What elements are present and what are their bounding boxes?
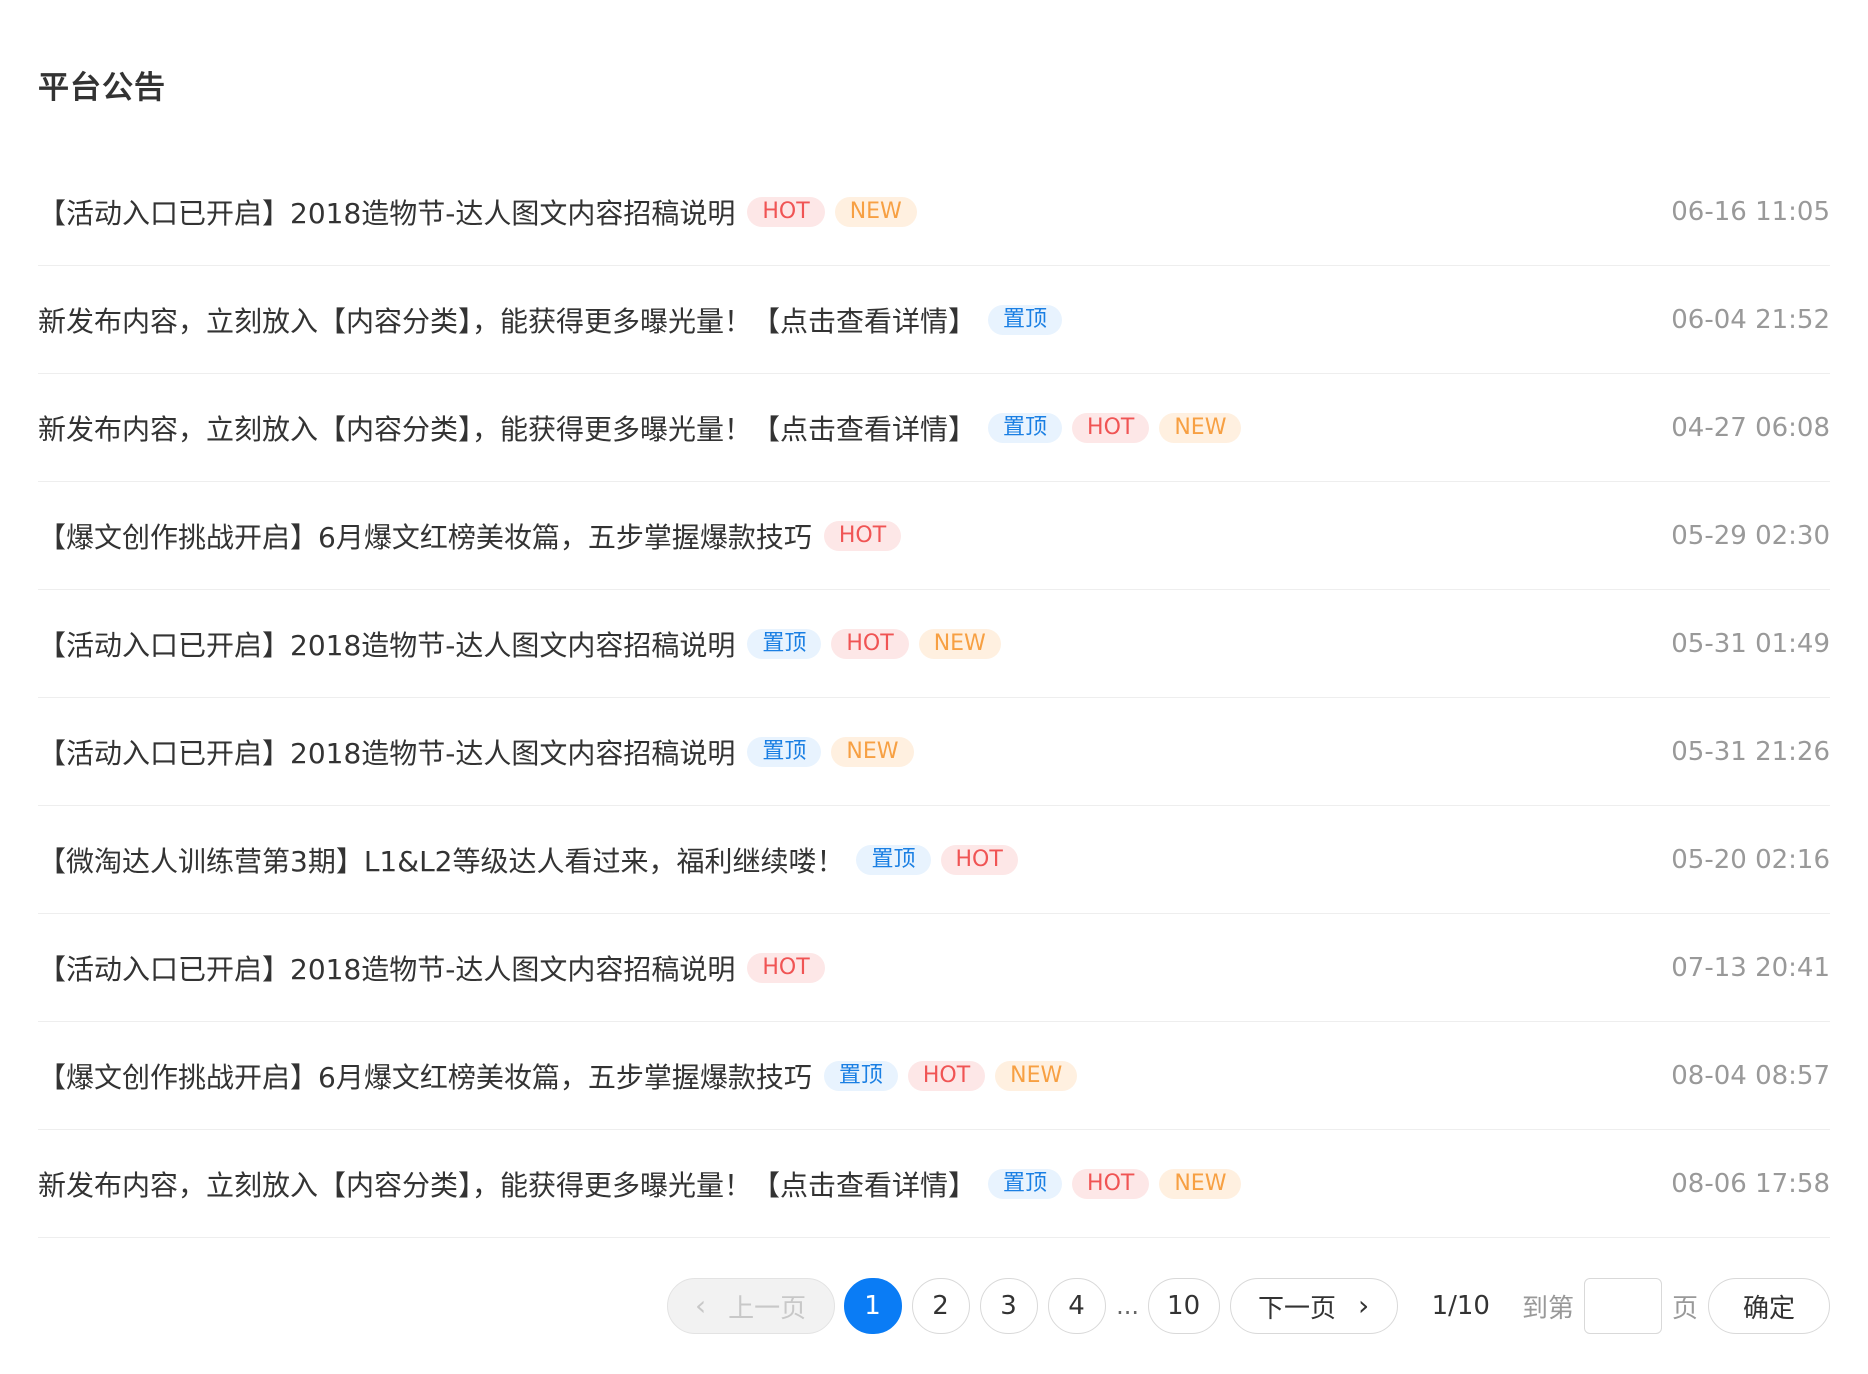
tag-hot-badge: HOT	[940, 844, 1018, 875]
announcement-panel: 平台公告 【活动入口已开启】2018造物节-达人图文内容招稿说明 HOT NEW 06…	[0, 0, 1868, 1374]
announcement-row[interactable]: 【微淘达人训练营第3期】L1&L2等级达人看过来，福利继续喽！ 置顶 HOT 05-2…	[38, 806, 1830, 914]
announcement-time: 05-20 02:16	[1671, 844, 1830, 875]
announcement-row[interactable]: 【活动入口已开启】2018造物节-达人图文内容招稿说明 置顶 HOT NEW 05-31…	[38, 590, 1830, 698]
announcement-tags: 置顶	[988, 304, 1072, 335]
tag-top-badge: 置顶	[747, 628, 822, 659]
tag-top-badge: 置顶	[823, 1060, 898, 1091]
tag-new-badge: NEW	[995, 1060, 1078, 1091]
chevron-left-icon: ‹	[694, 1289, 707, 1322]
tag-top-badge: 置顶	[988, 412, 1063, 443]
announcement-tags: HOT	[823, 520, 911, 551]
tag-hot-badge: HOT	[823, 520, 902, 551]
tag-new-badge: NEW	[918, 628, 1001, 659]
tag-top-badge: 置顶	[747, 736, 822, 767]
goto-page-input[interactable]	[1583, 1278, 1662, 1334]
page-title: 平台公告	[38, 70, 166, 106]
tag-top-badge: 置顶	[988, 1168, 1063, 1199]
announcement-title[interactable]: 新发布内容，立刻放入【内容分类】，能获得更多曝光量！【点击查看详情】	[38, 408, 976, 448]
announcement-title[interactable]: 【活动入口已开启】2018造物节-达人图文内容招稿说明	[38, 948, 735, 988]
prev-page-label: 上一页	[728, 1293, 807, 1324]
announcement-row[interactable]: 新发布内容，立刻放入【内容分类】，能获得更多曝光量！【点击查看详情】 置顶 HOT N…	[38, 1130, 1830, 1238]
tag-new-badge: NEW	[1159, 412, 1242, 443]
tag-hot-badge: HOT	[831, 628, 909, 659]
prev-page-button[interactable]: ‹ 上一页	[666, 1278, 835, 1334]
announcement-tags: HOT	[747, 952, 834, 983]
announcement-row[interactable]: 【爆文创作挑战开启】6月爆文红榜美妆篇，五步掌握爆款技巧 置顶 HOT NEW 08-0…	[38, 1022, 1830, 1130]
announcement-title[interactable]: 【爆文创作挑战开启】6月爆文红榜美妆篇，五步掌握爆款技巧	[38, 516, 812, 556]
next-page-label: 下一页	[1257, 1293, 1336, 1324]
announcement-time: 04-27 06:08	[1671, 412, 1830, 443]
tag-hot-badge: HOT	[1072, 1168, 1150, 1199]
tag-top-badge: 置顶	[856, 844, 931, 875]
confirm-button[interactable]: 确定	[1708, 1278, 1830, 1334]
announcement-title[interactable]: 【活动入口已开启】2018造物节-达人图文内容招稿说明	[38, 732, 735, 772]
pagination-ellipsis: ...	[1116, 1292, 1140, 1320]
announcement-row[interactable]: 【活动入口已开启】2018造物节-达人图文内容招稿说明 置顶 NEW 05-31 21…	[38, 698, 1830, 806]
tag-new-badge: NEW	[1159, 1168, 1242, 1199]
announcement-time: 05-31 01:49	[1671, 628, 1830, 659]
announcement-time: 07-13 20:41	[1671, 952, 1830, 983]
announcement-time: 08-06 17:58	[1671, 1168, 1830, 1199]
pagination: ‹ 上一页 1 2 3 4 ... 10 下一页 › 1/10 到第 页 确定	[666, 1277, 1830, 1335]
announcement-row[interactable]: 【活动入口已开启】2018造物节-达人图文内容招稿说明 HOT 07-13 20:4…	[38, 914, 1830, 1022]
announcement-row[interactable]: 新发布内容，立刻放入【内容分类】，能获得更多曝光量！【点击查看详情】 置顶 HOT N…	[38, 374, 1830, 482]
announcement-tags: 置顶 HOT NEW	[988, 412, 1251, 443]
tag-new-badge: NEW	[831, 736, 914, 767]
page-info: 1/10	[1431, 1291, 1490, 1321]
announcement-title[interactable]: 新发布内容，立刻放入【内容分类】，能获得更多曝光量！【点击查看详情】	[38, 1164, 976, 1204]
announcement-time: 05-31 21:26	[1671, 736, 1830, 767]
announcement-row[interactable]: 【活动入口已开启】2018造物节-达人图文内容招稿说明 HOT NEW 06-16 1…	[38, 158, 1830, 266]
announcement-title[interactable]: 新发布内容，立刻放入【内容分类】，能获得更多曝光量！【点击查看详情】	[38, 300, 976, 340]
page-button-10[interactable]: 10	[1147, 1278, 1220, 1334]
announcement-time: 06-04 21:52	[1671, 304, 1830, 335]
tag-hot-badge: HOT	[747, 952, 825, 983]
goto-unit-label: 页	[1671, 1293, 1698, 1324]
chevron-right-icon: ›	[1357, 1289, 1370, 1322]
announcement-title[interactable]: 【活动入口已开启】2018造物节-达人图文内容招稿说明	[38, 624, 735, 664]
announcement-row[interactable]: 新发布内容，立刻放入【内容分类】，能获得更多曝光量！【点击查看详情】 置顶 06-0…	[38, 266, 1830, 374]
announcement-tags: 置顶 HOT NEW	[747, 628, 1010, 659]
announcement-title[interactable]: 【活动入口已开启】2018造物节-达人图文内容招稿说明	[38, 192, 735, 232]
announcement-title[interactable]: 【爆文创作挑战开启】6月爆文红榜美妆篇，五步掌握爆款技巧	[38, 1056, 812, 1096]
announcement-time: 06-16 11:05	[1671, 196, 1830, 227]
next-page-button[interactable]: 下一页 ›	[1229, 1278, 1398, 1334]
page-button-1[interactable]: 1	[843, 1278, 902, 1334]
tag-hot-badge: HOT	[747, 196, 825, 227]
announcement-time: 05-29 02:30	[1671, 520, 1830, 551]
announcement-tags: 置顶 HOT	[856, 844, 1027, 875]
announcement-tags: 置顶 HOT NEW	[823, 1060, 1087, 1091]
announcement-tags: HOT NEW	[747, 196, 926, 227]
announcement-row[interactable]: 【爆文创作挑战开启】6月爆文红榜美妆篇，五步掌握爆款技巧 HOT 05-29 02:…	[38, 482, 1830, 590]
announcement-tags: 置顶 HOT NEW	[988, 1168, 1251, 1199]
announcement-title[interactable]: 【微淘达人训练营第3期】L1&L2等级达人看过来，福利继续喽！	[38, 840, 844, 880]
page-button-2[interactable]: 2	[911, 1278, 970, 1334]
tag-top-badge: 置顶	[988, 304, 1063, 335]
announcement-list: 【活动入口已开启】2018造物节-达人图文内容招稿说明 HOT NEW 06-16 1…	[38, 158, 1830, 1238]
tag-hot-badge: HOT	[907, 1060, 986, 1091]
announcement-tags: 置顶 NEW	[747, 736, 923, 767]
goto-label: 到第	[1521, 1293, 1574, 1324]
tag-new-badge: NEW	[834, 196, 917, 227]
announcement-time: 08-04 08:57	[1671, 1060, 1830, 1091]
tag-hot-badge: HOT	[1072, 412, 1150, 443]
page-button-3[interactable]: 3	[979, 1278, 1038, 1334]
page-button-4[interactable]: 4	[1047, 1278, 1106, 1334]
